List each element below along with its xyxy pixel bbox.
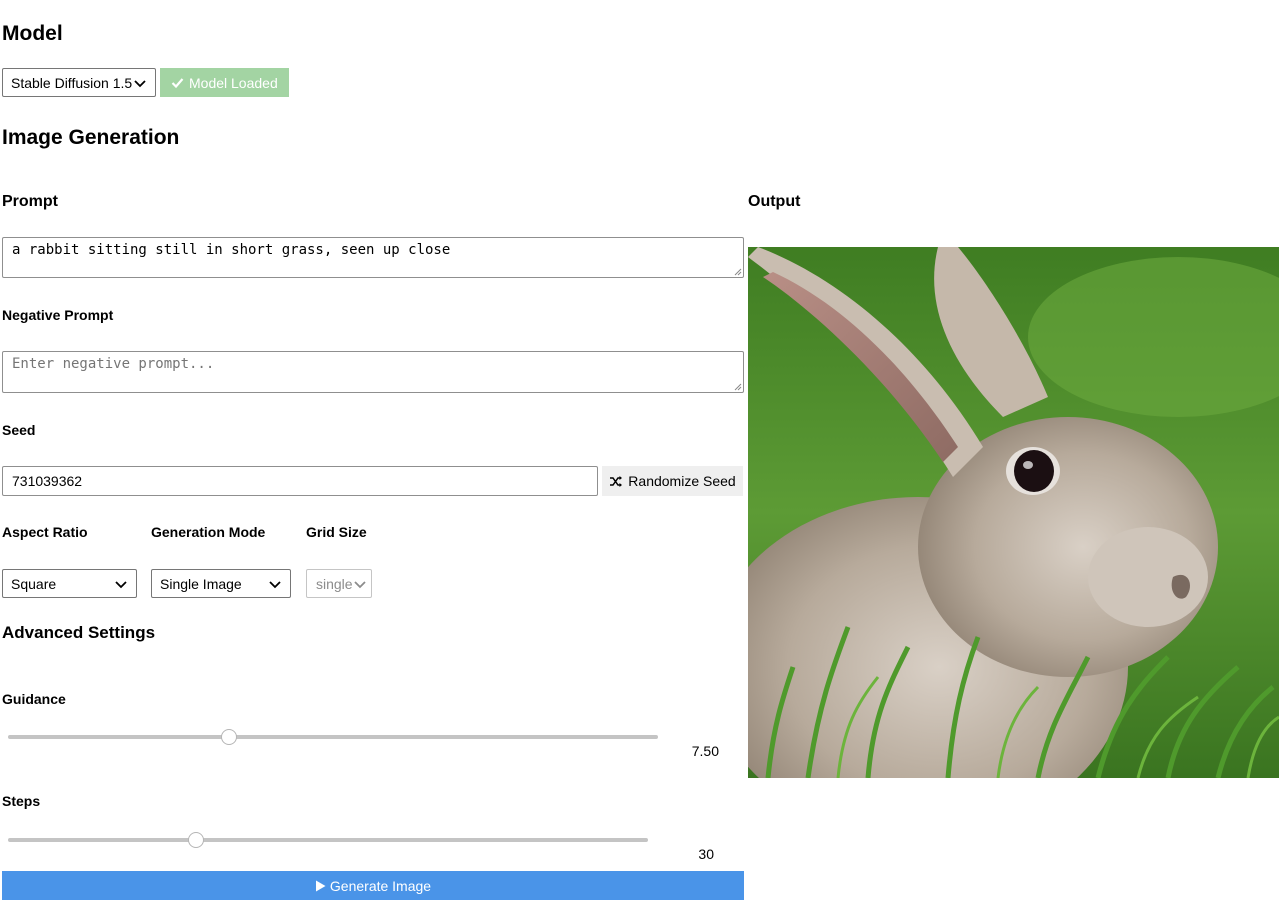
generation-mode-select[interactable]: Single Image bbox=[151, 569, 291, 598]
steps-slider[interactable] bbox=[8, 832, 648, 848]
model-status-badge: Model Loaded bbox=[160, 68, 289, 97]
aspect-ratio-select[interactable]: Square bbox=[2, 569, 137, 598]
guidance-value: 7.50 bbox=[691, 743, 719, 759]
chevron-down-icon bbox=[354, 580, 366, 588]
guidance-label: Guidance bbox=[2, 691, 66, 707]
grid-size-value: single bbox=[316, 575, 353, 592]
chevron-down-icon bbox=[134, 79, 146, 87]
resize-grip-icon[interactable] bbox=[733, 382, 742, 391]
negative-prompt-textarea[interactable]: Enter negative prompt... bbox=[2, 351, 744, 393]
image-generation-heading: Image Generation bbox=[2, 126, 180, 149]
grid-size-label: Grid Size bbox=[306, 524, 367, 540]
randomize-seed-button[interactable]: Randomize Seed bbox=[602, 466, 743, 496]
guidance-slider-track[interactable] bbox=[8, 735, 658, 739]
seed-input[interactable]: 731039362 bbox=[2, 466, 598, 496]
generate-image-label: Generate Image bbox=[329, 877, 432, 894]
negative-prompt-label: Negative Prompt bbox=[2, 307, 114, 323]
app-root: Model Stable Diffusion 1.5 Model Loaded … bbox=[0, 0, 1280, 905]
seed-value: 731039362 bbox=[12, 473, 83, 489]
prompt-textarea[interactable]: a rabbit sitting still in short grass, s… bbox=[2, 237, 744, 278]
steps-value: 30 bbox=[698, 846, 714, 862]
steps-slider-track[interactable] bbox=[8, 838, 648, 842]
output-label: Output bbox=[748, 193, 801, 210]
play-icon bbox=[315, 880, 326, 891]
model-heading: Model bbox=[2, 22, 63, 45]
negative-prompt-placeholder: Enter negative prompt... bbox=[12, 356, 215, 372]
guidance-slider[interactable] bbox=[8, 729, 658, 745]
shuffle-icon bbox=[610, 475, 623, 487]
output-image bbox=[748, 247, 1279, 778]
model-status-text: Model Loaded bbox=[189, 74, 278, 91]
model-select-value: Stable Diffusion 1.5 bbox=[11, 74, 133, 91]
steps-slider-thumb[interactable] bbox=[188, 832, 205, 848]
resize-grip-icon[interactable] bbox=[733, 267, 742, 276]
model-select[interactable]: Stable Diffusion 1.5 bbox=[2, 68, 156, 97]
prompt-text: a rabbit sitting still in short grass, s… bbox=[12, 242, 451, 258]
aspect-ratio-label: Aspect Ratio bbox=[2, 524, 88, 540]
generation-mode-value: Single Image bbox=[160, 575, 242, 592]
steps-label: Steps bbox=[2, 793, 41, 809]
rabbit-image bbox=[748, 247, 1279, 778]
aspect-ratio-value: Square bbox=[11, 575, 57, 592]
guidance-slider-thumb[interactable] bbox=[221, 729, 237, 745]
chevron-down-icon bbox=[115, 580, 127, 588]
check-icon bbox=[171, 78, 184, 89]
grid-size-select[interactable]: single bbox=[306, 569, 372, 598]
generate-image-button[interactable]: Generate Image bbox=[2, 871, 744, 900]
randomize-seed-label: Randomize Seed bbox=[628, 473, 736, 489]
prompt-label: Prompt bbox=[2, 193, 58, 210]
chevron-down-icon bbox=[269, 580, 281, 588]
generation-mode-label: Generation Mode bbox=[151, 524, 266, 540]
advanced-settings-heading: Advanced Settings bbox=[2, 623, 156, 642]
seed-label: Seed bbox=[2, 422, 36, 438]
